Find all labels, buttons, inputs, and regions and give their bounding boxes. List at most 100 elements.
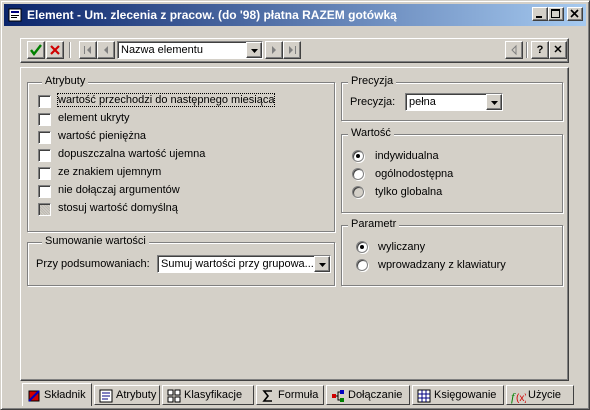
ledger-icon: [417, 389, 431, 403]
chevron-down-icon: [319, 263, 326, 267]
formula-icon: [262, 390, 272, 402]
attribute-checkbox[interactable]: [38, 113, 51, 126]
attribute-checkbox[interactable]: [38, 149, 51, 162]
tab-dolaczanie[interactable]: Dołączanie: [326, 385, 410, 405]
attributes-group: Atrybuty wartość przechodzi do następneg…: [27, 75, 335, 232]
attribute-label: wartość pieniężna: [58, 130, 147, 142]
summing-select[interactable]: Sumuj wartości przy grupowa...: [157, 255, 331, 273]
attribute-label: wartość przechodzi do następnego miesiąc…: [56, 93, 276, 107]
radio-selected-dot: [360, 245, 364, 249]
element-select-value: Nazwa elementu: [121, 44, 203, 56]
precision-select[interactable]: pełna: [405, 93, 503, 111]
usage-function-icon: f(x): [511, 390, 526, 404]
parameter-option-label: wyliczany: [378, 241, 426, 253]
tab-formula[interactable]: Formuła: [256, 385, 324, 405]
maximize-icon: [551, 9, 560, 18]
next-record-button[interactable]: [265, 41, 283, 59]
tab-skladnik[interactable]: Składnik: [22, 383, 92, 406]
tab-label: Dołączanie: [348, 389, 403, 401]
radio-selected-dot: [356, 154, 360, 158]
close-form-button[interactable]: ✕: [549, 41, 567, 59]
close-form-icon: ✕: [553, 44, 563, 56]
parameter-group: Parametr wyliczany wprowadzany z klawiat…: [341, 218, 563, 286]
attribute-checkbox[interactable]: [38, 185, 51, 198]
classification-icon: [167, 389, 181, 403]
attribute-checkbox[interactable]: [38, 131, 51, 144]
attributes-icon: [99, 389, 113, 403]
record-marker-button[interactable]: [505, 41, 523, 59]
toolbar-separator: [69, 42, 71, 58]
attribute-label: dopuszczalna wartość ujemna: [58, 148, 206, 160]
tab-strip: Składnik Atrybuty Klasyfikacje Formuła D…: [8, 383, 588, 407]
value-radio-disabled: [352, 186, 364, 198]
minimize-button[interactable]: [532, 7, 548, 21]
tab-label: Księgowanie: [434, 389, 497, 401]
attribute-label: nie dołączaj argumentów: [58, 184, 180, 196]
summing-select-value: Sumuj wartości przy grupowa...: [161, 258, 314, 270]
title-bar[interactable]: Element - Um. zlecenia z pracow. (do '98…: [4, 4, 586, 26]
close-icon: [570, 9, 579, 18]
parameter-radio[interactable]: [356, 241, 368, 253]
chevron-down-icon: [491, 101, 498, 105]
tab-label: Atrybuty: [116, 389, 157, 401]
record-marker-icon: [511, 44, 517, 56]
tab-label: Użycie: [528, 389, 562, 401]
tab-label: Składnik: [44, 389, 86, 401]
value-option-label: indywidualna: [375, 150, 439, 162]
summing-legend: Sumowanie wartości: [42, 235, 149, 247]
element-select[interactable]: Nazwa elementu: [117, 41, 263, 59]
element-window: Element - Um. zlecenia z pracow. (do '98…: [0, 0, 590, 410]
cancel-button[interactable]: [46, 41, 64, 59]
chevron-down-icon: [251, 49, 258, 53]
attribute-label: ze znakiem ujemnym: [58, 166, 162, 178]
precision-group: Precyzja Precyzja: pełna: [341, 75, 563, 121]
confirm-button[interactable]: [27, 41, 45, 59]
last-record-button[interactable]: [283, 41, 301, 59]
value-group: Wartość indywidualna ogólnodostępna tylk…: [341, 127, 563, 213]
precision-dropdown-button[interactable]: [486, 94, 502, 110]
tab-atrybuty[interactable]: Atrybuty: [94, 385, 160, 405]
svg-text:(x): (x): [516, 393, 526, 404]
last-icon: [289, 46, 296, 54]
previous-icon: [104, 46, 108, 54]
precision-legend: Precyzja: [348, 75, 397, 87]
help-icon: ?: [536, 44, 544, 56]
tab-label: Klasyfikacje: [184, 389, 243, 401]
parameter-option-label: wprowadzany z klawiatury: [378, 259, 506, 271]
red-x-icon: [50, 45, 60, 55]
minimize-icon: [536, 16, 542, 18]
value-option-label: tylko globalna: [375, 186, 443, 198]
component-icon: [28, 390, 40, 402]
attribute-checkbox-disabled: [38, 203, 51, 216]
value-radio[interactable]: [352, 168, 364, 180]
element-select-dropdown-button[interactable]: [246, 42, 262, 58]
tab-klasyfikacje[interactable]: Klasyfikacje: [162, 385, 254, 405]
form-panel: Atrybuty wartość przechodzi do następneg…: [20, 67, 569, 381]
summing-label: Przy podsumowaniach:: [36, 258, 150, 270]
value-option-label: ogólnodostępna: [375, 168, 454, 180]
tab-label: Formuła: [278, 389, 319, 401]
maximize-button[interactable]: [548, 7, 564, 21]
precision-label: Precyzja:: [350, 96, 396, 108]
attribute-label: element ukryty: [58, 112, 130, 124]
parameter-radio[interactable]: [356, 259, 368, 271]
checkmark-icon: [30, 44, 42, 56]
precision-select-value: pełna: [409, 96, 436, 108]
value-legend: Wartość: [348, 127, 394, 139]
close-window-button[interactable]: [567, 7, 583, 21]
first-record-button[interactable]: [79, 41, 97, 59]
attribute-checkbox[interactable]: [38, 167, 51, 180]
toolbar-separator: [526, 42, 528, 58]
summing-dropdown-button[interactable]: [314, 256, 330, 272]
value-radio[interactable]: [352, 150, 364, 162]
attribute-checkbox[interactable]: [38, 95, 51, 108]
help-button[interactable]: ?: [531, 41, 549, 59]
previous-record-button[interactable]: [97, 41, 115, 59]
attributes-legend: Atrybuty: [42, 75, 89, 87]
joining-icon: [332, 390, 344, 402]
parameter-legend: Parametr: [348, 218, 400, 230]
tab-ksiegowanie[interactable]: Księgowanie: [412, 385, 504, 405]
tab-uzycie[interactable]: f(x) Użycie: [506, 385, 574, 405]
next-icon: [272, 46, 276, 54]
toolbar: Nazwa elementu ? ✕: [20, 38, 569, 63]
